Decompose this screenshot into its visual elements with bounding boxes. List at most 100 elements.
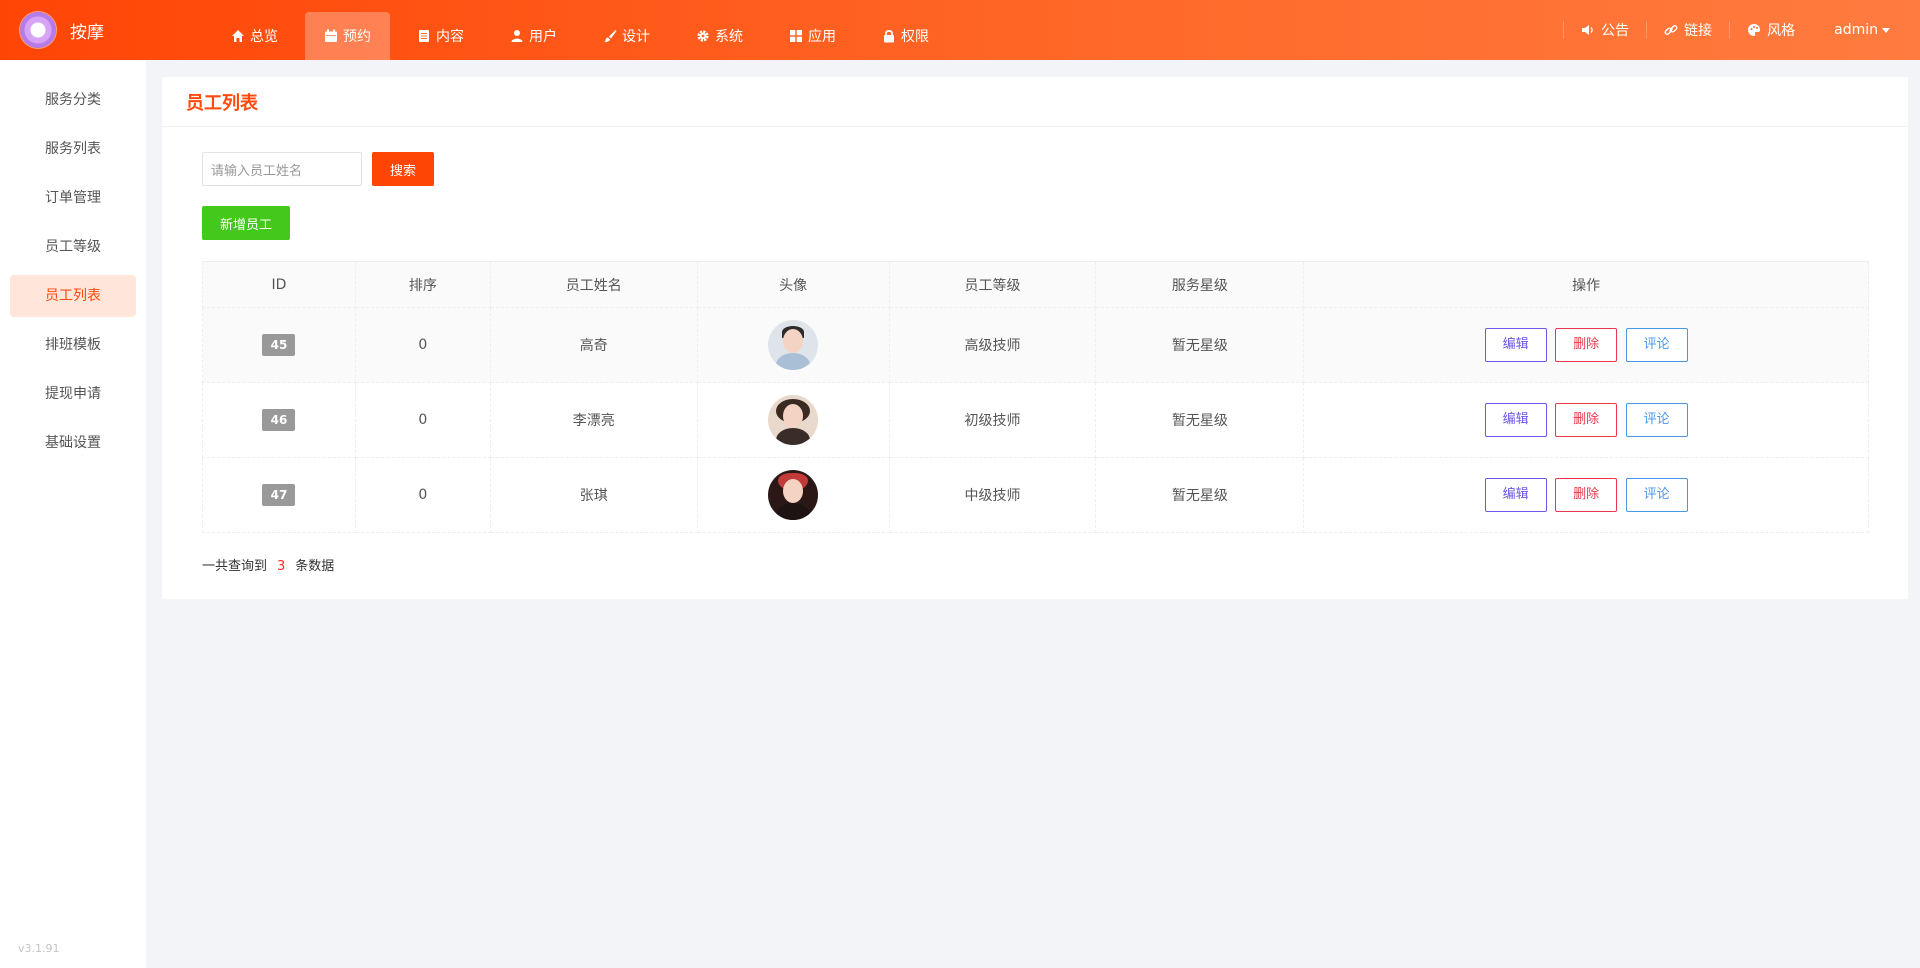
sidebar: 服务分类 服务列表 订单管理 员工等级 员工列表 排班模板 提现申请 基础设置 … <box>0 60 146 968</box>
style-button[interactable]: 风格 <box>1729 21 1812 39</box>
nav-item-user[interactable]: 用户 <box>491 12 576 60</box>
comment-button[interactable]: 评论 <box>1625 478 1688 512</box>
cell-sort: 0 <box>354 457 491 533</box>
edit-button[interactable]: 编辑 <box>1484 403 1547 437</box>
brush-icon <box>604 30 617 43</box>
cell-sort: 0 <box>354 307 491 383</box>
comment-button[interactable]: 评论 <box>1625 328 1688 362</box>
avatar[interactable] <box>768 470 819 520</box>
speaker-icon <box>1582 25 1593 35</box>
search-row: 请输入员工姓名 搜索 <box>202 152 434 186</box>
cell-avatar <box>696 457 890 533</box>
column-header-avatar: 头像 <box>696 261 890 308</box>
cell-stars: 暂无星级 <box>1095 382 1305 458</box>
column-header-id: ID <box>202 261 356 308</box>
edit-button[interactable]: 编辑 <box>1484 478 1547 512</box>
nav-item-label: 预约 <box>343 29 371 45</box>
user-name: admin <box>1834 22 1878 38</box>
nav-item-label: 内容 <box>436 29 464 45</box>
tool-label: 链接 <box>1684 23 1713 39</box>
sidebar-item-withdrawal[interactable]: 提现申请 <box>10 373 136 415</box>
comment-button[interactable]: 评论 <box>1625 403 1688 437</box>
cell-id: 47 <box>202 457 356 533</box>
avatar[interactable] <box>768 320 819 370</box>
document-icon <box>419 30 429 42</box>
nav-item-permissions[interactable]: 权限 <box>863 12 948 60</box>
chevron-down-icon <box>1882 27 1890 33</box>
column-header-level: 员工等级 <box>888 261 1097 308</box>
cell-id: 46 <box>202 382 356 458</box>
summary-count: 3 <box>277 559 286 574</box>
cell-actions: 编辑 删除 评论 <box>1303 457 1869 533</box>
panel-header: 员工列表 <box>162 77 1908 127</box>
calendar-icon <box>325 29 337 42</box>
cell-actions: 编辑 删除 评论 <box>1303 307 1869 383</box>
link-icon <box>1664 25 1678 35</box>
summary-suffix: 条数据 <box>295 559 335 574</box>
nav-item-content[interactable]: 内容 <box>398 12 483 60</box>
cell-avatar <box>696 382 890 458</box>
gear-icon <box>697 30 709 42</box>
staff-name-search-input[interactable]: 请输入员工姓名 <box>202 152 362 186</box>
nav-item-overview[interactable]: 总览 <box>212 12 297 60</box>
brand[interactable]: 按摩 <box>20 12 104 48</box>
delete-button[interactable]: 删除 <box>1555 478 1618 512</box>
edit-button[interactable]: 编辑 <box>1484 328 1547 362</box>
column-header-sort: 排序 <box>354 261 491 308</box>
notice-button[interactable]: 公告 <box>1563 21 1646 39</box>
delete-button[interactable]: 删除 <box>1555 328 1618 362</box>
cell-stars: 暂无星级 <box>1095 457 1305 533</box>
brand-logo <box>20 12 56 48</box>
cell-name: 张琪 <box>489 457 698 533</box>
version-label: v3.1.91 <box>18 942 60 955</box>
cell-name: 李漂亮 <box>489 382 698 458</box>
cell-level: 中级技师 <box>888 457 1097 533</box>
sidebar-item-schedule-template[interactable]: 排班模板 <box>10 324 136 366</box>
nav-item-design[interactable]: 设计 <box>584 12 669 60</box>
brand-name: 按摩 <box>70 22 104 43</box>
user-icon <box>511 30 523 42</box>
sidebar-item-service-category[interactable]: 服务分类 <box>10 79 136 121</box>
table-row: 47 0 张琪 中级技师 暂无星级 编辑 删除 评论 <box>202 457 1869 533</box>
sidebar-item-basic-settings[interactable]: 基础设置 <box>10 422 136 464</box>
column-header-stars: 服务星级 <box>1095 261 1305 308</box>
cell-id: 45 <box>202 307 356 383</box>
result-summary: 一共查询到 3 条数据 <box>202 555 334 574</box>
cell-level: 初级技师 <box>888 382 1097 458</box>
column-header-actions: 操作 <box>1303 261 1869 308</box>
search-button[interactable]: 搜索 <box>372 152 434 186</box>
sidebar-item-service-list[interactable]: 服务列表 <box>10 128 136 170</box>
nav-item-label: 系统 <box>715 29 743 45</box>
nav-item-label: 总览 <box>250 29 278 45</box>
id-badge: 46 <box>262 409 296 431</box>
nav-item-booking[interactable]: 预约 <box>305 12 390 60</box>
nav-item-label: 设计 <box>622 29 650 45</box>
tool-label: 公告 <box>1601 23 1630 39</box>
user-menu[interactable]: admin <box>1812 22 1920 38</box>
sidebar-item-order-management[interactable]: 订单管理 <box>10 177 136 219</box>
sidebar-item-staff-level[interactable]: 员工等级 <box>10 226 136 268</box>
tool-label: 风格 <box>1767 23 1796 39</box>
page-title: 员工列表 <box>186 92 258 114</box>
avatar[interactable] <box>768 395 819 445</box>
cell-actions: 编辑 删除 评论 <box>1303 382 1869 458</box>
staff-table: ID 排序 员工姓名 头像 员工等级 服务星级 操作 45 0 高奇 高级技师 … <box>202 261 1869 533</box>
add-staff-button[interactable]: 新增员工 <box>202 206 290 240</box>
id-badge: 45 <box>262 334 296 356</box>
lock-icon <box>884 30 894 43</box>
link-button[interactable]: 链接 <box>1646 21 1729 39</box>
nav-item-system[interactable]: 系统 <box>677 12 762 60</box>
nav-item-label: 权限 <box>901 29 929 45</box>
sidebar-item-staff-list[interactable]: 员工列表 <box>10 275 136 317</box>
cell-stars: 暂无星级 <box>1095 307 1305 383</box>
palette-icon <box>1748 24 1761 36</box>
header-tools: 公告 链接 风格 admin <box>1563 0 1920 60</box>
cell-level: 高级技师 <box>888 307 1097 383</box>
column-header-name: 员工姓名 <box>489 261 698 308</box>
nav-item-apps[interactable]: 应用 <box>770 12 855 60</box>
main-panel: 员工列表 请输入员工姓名 搜索 新增员工 ID 排序 员工姓名 头像 员工等级 … <box>162 77 1908 599</box>
nav-item-label: 用户 <box>529 29 557 45</box>
delete-button[interactable]: 删除 <box>1555 403 1618 437</box>
nav-item-label: 应用 <box>808 29 836 45</box>
main-nav: 总览 预约 内容 用户 设计 系统 应用 权限 <box>212 12 956 60</box>
